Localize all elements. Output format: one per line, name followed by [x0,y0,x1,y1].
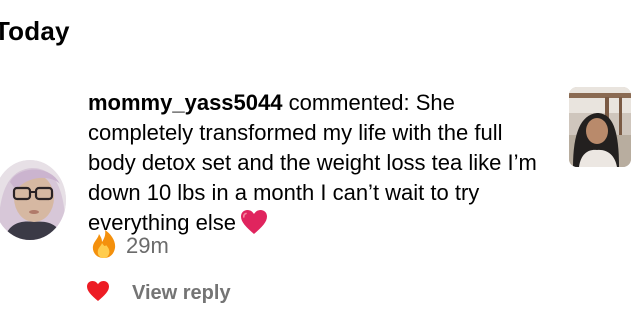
post-thumbnail[interactable] [569,87,631,167]
view-reply-button[interactable]: View reply [132,282,231,305]
notification-comment-text[interactable]: mommy_yass5044 commented: She completely… [88,88,554,243]
post-thumbnail-image [569,87,631,167]
red-heart-icon [240,209,268,243]
fire-icon [90,229,118,264]
notification-timestamp: 29m [126,233,169,258]
commenter-avatar[interactable] [0,160,66,240]
notification-actions-row: View reply [86,278,231,308]
commenter-username[interactable]: mommy_yass5044 [88,90,282,115]
heart-filled-icon[interactable] [86,280,110,307]
commenter-avatar-image [0,160,66,240]
section-heading-today: Today [0,16,70,46]
notification-meta-row: 29m [90,229,169,264]
